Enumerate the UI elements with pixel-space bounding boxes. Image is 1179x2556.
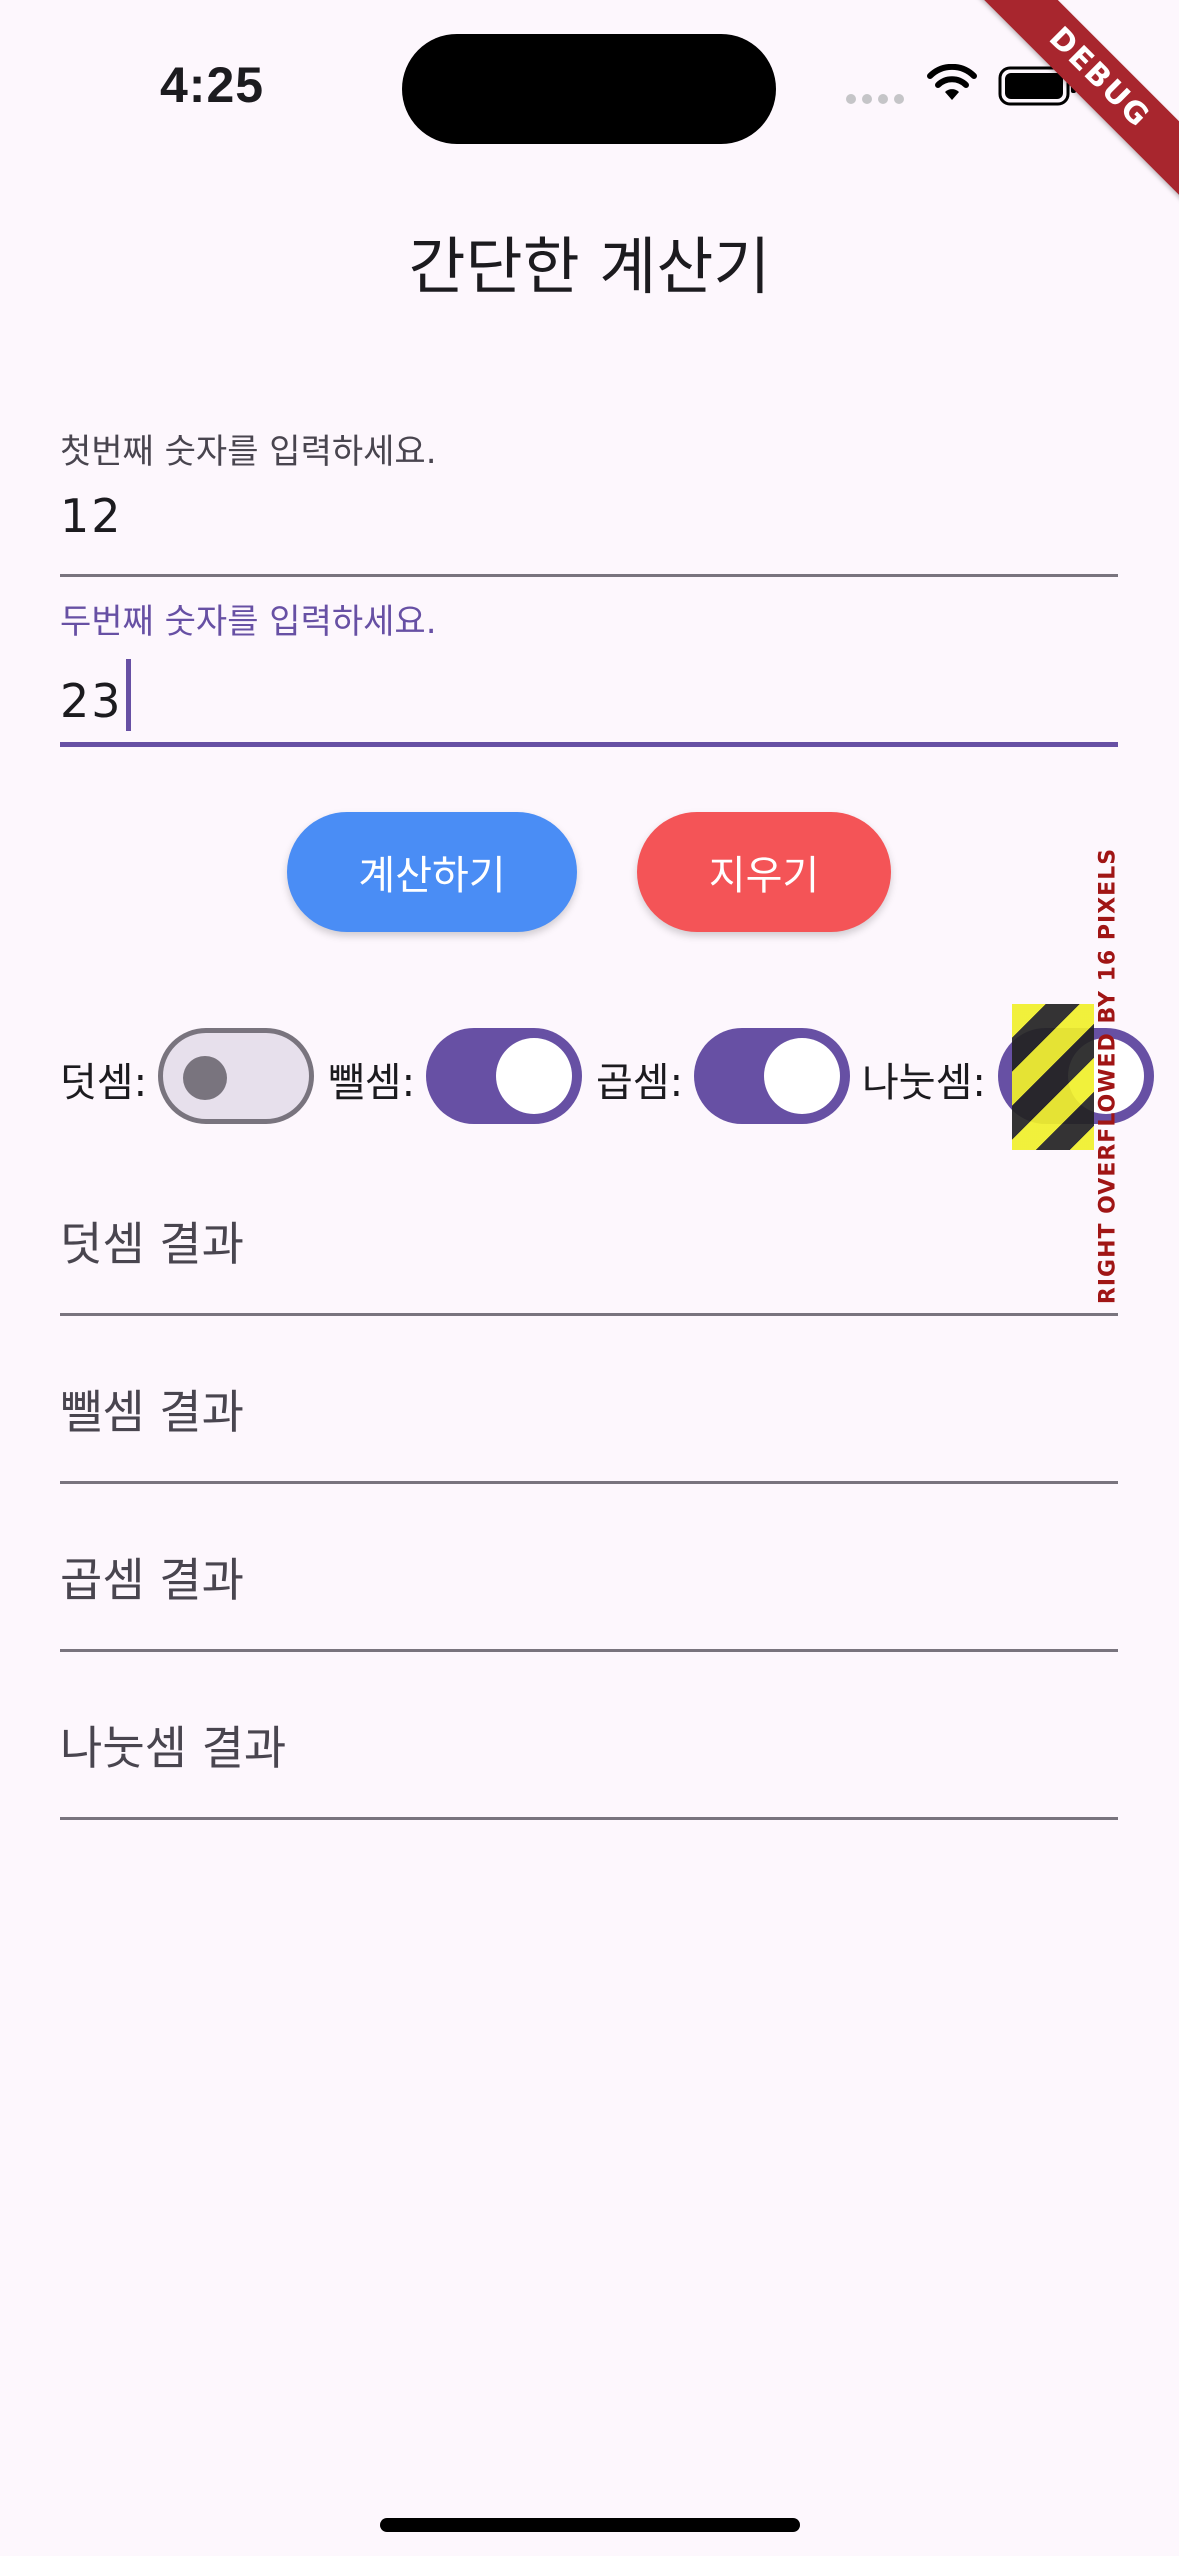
first-number-label: 첫번째 숫자를 입력하세요. [60,432,437,472]
home-indicator[interactable] [380,2518,800,2532]
status-time: 4:25 [160,57,265,113]
multiply-result-field[interactable]: 곱셈 결과 [60,1486,1118,1652]
toggle-knob [183,1056,227,1100]
first-number-value[interactable]: 12 [60,489,1118,543]
add-toggle-label: 덧셈: [60,1060,148,1106]
dynamic-island [402,34,776,144]
second-number-label: 두번째 숫자를 입력하세요. [60,602,437,642]
calculate-button[interactable]: 계산하기 [287,812,577,932]
toggle-knob [764,1038,840,1114]
wifi-icon [927,64,977,100]
add-result-field[interactable]: 덧셈 결과 [60,1150,1118,1316]
overflow-warning-stripes [1012,1004,1094,1150]
second-number-field[interactable]: 두번째 숫자를 입력하세요. 23 [60,594,1118,747]
add-toggle[interactable] [158,1028,314,1124]
toggle-knob [496,1038,572,1114]
multiply-toggle-label: 곱셈: [596,1060,684,1106]
second-number-value: 23 [60,674,123,728]
text-cursor [125,659,131,731]
multiply-toggle[interactable] [694,1028,850,1124]
subtract-toggle-label: 뺄셈: [328,1060,416,1106]
divide-toggle-label: 나눗셈: [862,1060,986,1106]
first-number-field[interactable]: 첫번째 숫자를 입력하세요. 12 [60,424,1118,577]
second-number-input[interactable]: 23 [60,659,1118,731]
subtract-result-field[interactable]: 뺄셈 결과 [60,1318,1118,1484]
divide-result-field[interactable]: 나눗셈 결과 [60,1654,1118,1820]
subtract-toggle[interactable] [426,1028,582,1124]
cellular-signal-icon [846,94,904,104]
page-title: 간단한 계산기 [408,230,771,303]
clear-button[interactable]: 지우기 [637,812,891,932]
